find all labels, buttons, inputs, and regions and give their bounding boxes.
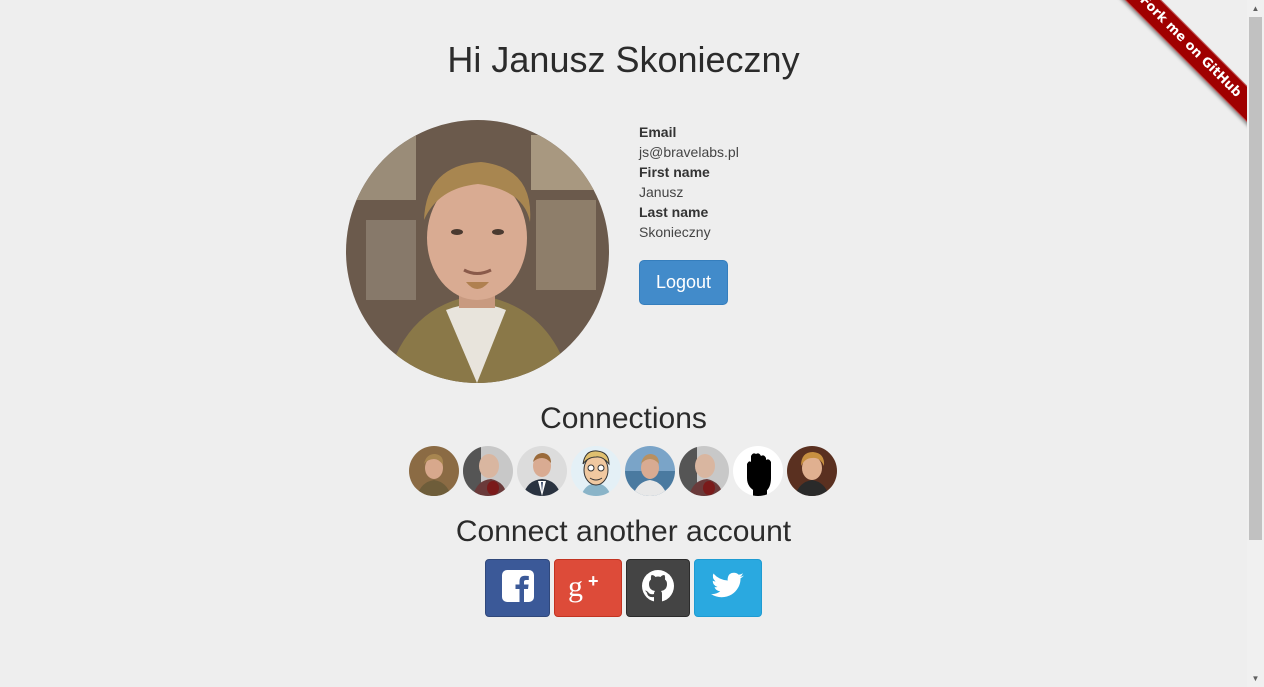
connection-avatar-3[interactable]: [517, 446, 567, 496]
last-name-value: Skonieczny: [639, 224, 711, 240]
last-name-label: Last name: [639, 204, 709, 220]
connection-avatar-2[interactable]: [463, 446, 513, 496]
first-name-label: First name: [639, 164, 710, 180]
fork-ribbon-area: Fork me on GitHub: [1108, 0, 1248, 140]
first-name-value: Janusz: [639, 184, 684, 200]
connection-avatar-5[interactable]: [625, 446, 675, 496]
github-button[interactable]: [626, 559, 690, 617]
email-value: js@bravelabs.pl: [639, 144, 739, 160]
svg-text:g: g: [568, 570, 583, 603]
facebook-button[interactable]: [485, 559, 550, 617]
connection-avatar-4[interactable]: [571, 446, 621, 496]
google-plus-icon: g +: [568, 569, 608, 608]
page-title: Hi Janusz Skonieczny: [447, 39, 800, 80]
connection-avatar-1[interactable]: [409, 446, 459, 496]
google-plus-button[interactable]: g +: [554, 559, 622, 617]
twitter-button[interactable]: [694, 559, 762, 617]
connection-avatar-7[interactable]: [733, 446, 783, 496]
connect-account-title: Connect another account: [455, 515, 792, 548]
logout-button[interactable]: Logout: [639, 260, 728, 305]
twitter-icon: [711, 572, 745, 605]
connections-title: Connections: [540, 402, 707, 435]
profile-info: Email js@bravelabs.pl First name Janusz …: [639, 122, 739, 242]
provider-buttons: g +: [485, 559, 762, 617]
scroll-down-arrow-icon[interactable]: ▼: [1247, 670, 1264, 687]
connections-list: [409, 446, 837, 496]
connection-avatar-8[interactable]: [787, 446, 837, 496]
scroll-thumb[interactable]: [1249, 17, 1262, 540]
fork-me-ribbon[interactable]: Fork me on GitHub: [1110, 0, 1248, 127]
profile-photo: [346, 120, 609, 383]
github-icon: [641, 569, 675, 608]
email-label: Email: [639, 124, 677, 140]
vertical-scrollbar[interactable]: ▲ ▼: [1247, 0, 1264, 687]
svg-text:+: +: [588, 571, 599, 591]
scroll-up-arrow-icon[interactable]: ▲: [1247, 0, 1264, 17]
facebook-icon: [501, 569, 534, 607]
connection-avatar-6[interactable]: [679, 446, 729, 496]
